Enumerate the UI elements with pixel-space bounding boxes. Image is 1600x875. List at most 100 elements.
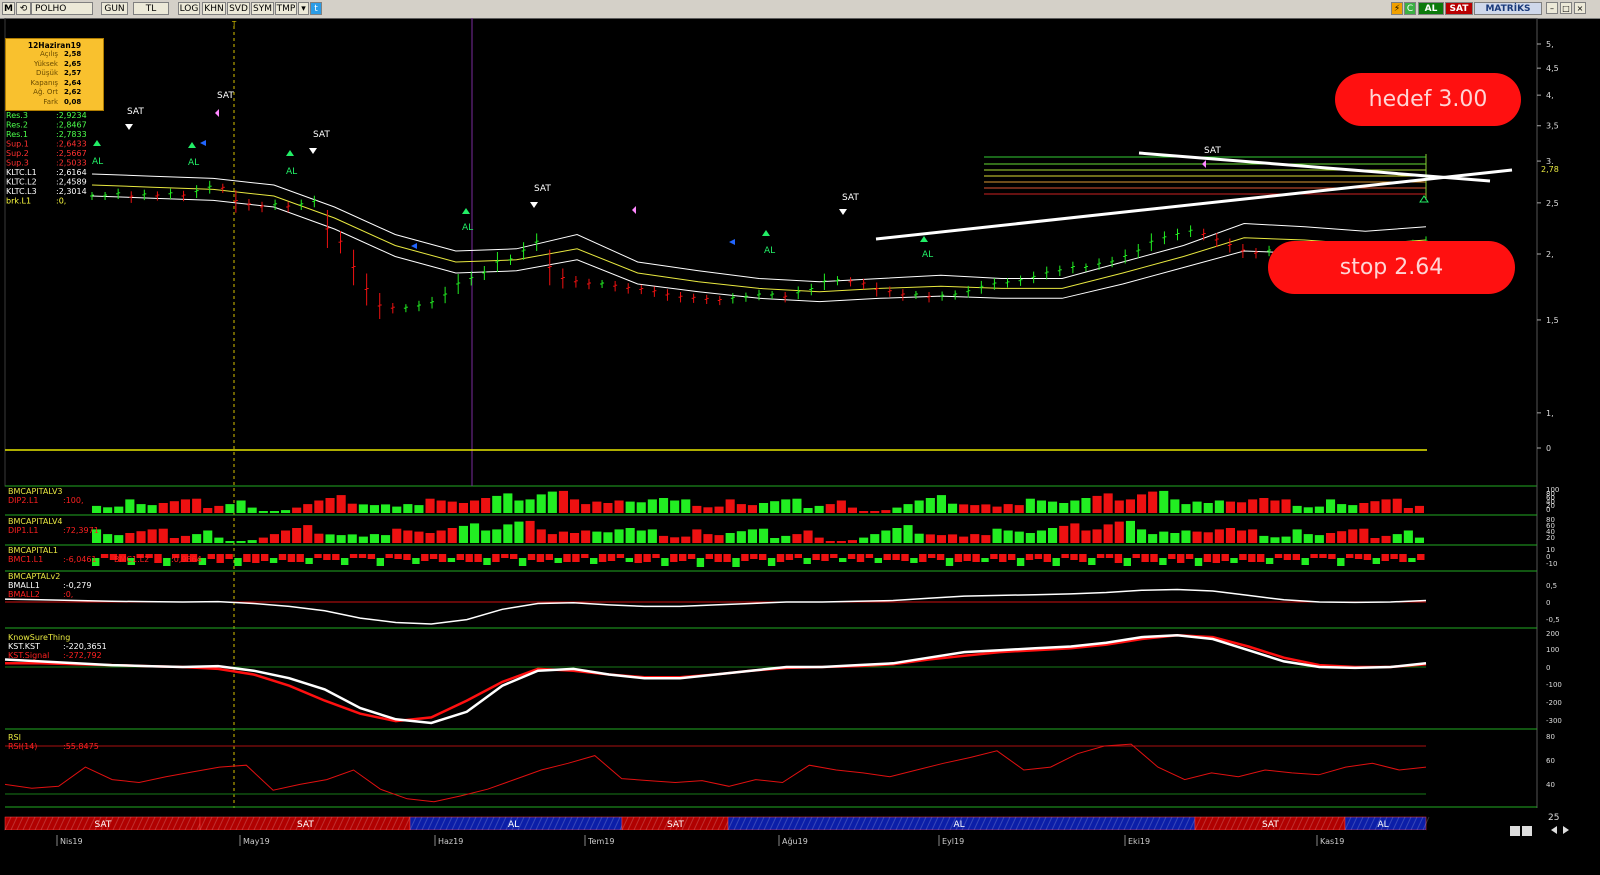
legend-value: :2,5667 (56, 149, 87, 158)
svd-button[interactable]: SVD (227, 2, 250, 15)
histogram-bar (369, 505, 379, 513)
histogram-bar (1159, 531, 1169, 543)
histogram-bar (1159, 558, 1167, 565)
histogram-bar (792, 498, 802, 513)
tmp-button[interactable]: TMP (275, 2, 297, 15)
date-x-axis: Nis19 May19 Haz19 Tem19 Ağu19 Eyl19 Eki19 Kas19 (56, 835, 1344, 846)
pink-arrow-icon (1202, 160, 1206, 168)
histogram-bar (558, 490, 568, 513)
dropdown-arrow-icon[interactable]: ▾ (298, 2, 309, 15)
histogram-bar (661, 558, 669, 566)
histogram-bar (492, 529, 502, 543)
histogram-bar (436, 500, 446, 513)
histogram-bar (1248, 499, 1258, 513)
histogram-bar (659, 498, 669, 513)
histogram-bar (703, 534, 713, 543)
histogram-bar (1303, 507, 1313, 513)
histogram-bar (358, 504, 368, 513)
histogram-bar (992, 528, 1002, 543)
sym-button[interactable]: SYM (251, 2, 274, 15)
restore-icon[interactable]: □ (1560, 2, 1572, 14)
histogram-bar (323, 554, 331, 560)
signal-buy-label: AL (462, 223, 473, 233)
histogram-bar (1392, 498, 1402, 513)
bolt-icon[interactable]: ⚡ (1391, 2, 1403, 15)
histogram-bar (1381, 499, 1391, 513)
info-box-date: 12Haziran19 (27, 41, 82, 50)
histogram-bar (243, 554, 251, 562)
chart-canvas[interactable]: T SAT SAT SAT SAT SAT SAT AL AL AL AL AL… (0, 18, 1600, 875)
histogram-bar (825, 504, 835, 513)
chart-c-icon[interactable]: C (1404, 2, 1416, 15)
histogram-bar (914, 500, 924, 513)
histogram-bar (647, 499, 657, 513)
bmcapital1-histogram (92, 554, 1425, 567)
pink-arrow-icon (632, 206, 636, 214)
svg-text:0: 0 (1546, 506, 1550, 514)
histogram-bar (936, 535, 946, 543)
histogram-bar (1170, 499, 1180, 513)
sell-arrow-icon (309, 148, 317, 154)
histogram-bar (741, 554, 749, 561)
histogram-bar (759, 528, 769, 543)
histogram-bar (1281, 499, 1291, 513)
histogram-bar (1081, 498, 1091, 513)
symbol-field[interactable]: POLHO (31, 2, 93, 15)
histogram-bar (590, 558, 598, 564)
histogram-bar (1141, 554, 1149, 562)
histogram-bar (563, 554, 571, 562)
histogram-bar (236, 541, 246, 543)
histogram-bar (1114, 554, 1123, 563)
signal-buy-label: AL (92, 157, 103, 167)
minimize-icon[interactable]: – (1546, 2, 1558, 14)
histogram-bar (616, 554, 625, 558)
bmall-line (4, 588, 1427, 625)
histogram-bar (1181, 530, 1191, 543)
histogram-bar (725, 499, 735, 513)
rsi-line (4, 743, 1427, 803)
histogram-bar (954, 554, 963, 562)
kst-signal-line (5, 634, 1427, 723)
khn-button[interactable]: KHN (202, 2, 226, 15)
scroll-left-icon (1551, 826, 1557, 834)
matriks-logo-icon[interactable]: M (2, 2, 15, 15)
histogram-bar (376, 558, 384, 566)
signal-buy-label: AL (188, 158, 199, 168)
period-gun-button[interactable]: GUN (101, 2, 128, 15)
refresh-icon[interactable]: ⟲ (16, 2, 31, 15)
panel-title: BMCAPITALV4 (8, 517, 63, 526)
histogram-bar (836, 500, 846, 513)
histogram-bar (114, 535, 124, 543)
histogram-bar (214, 505, 224, 513)
histogram-bar (1048, 528, 1058, 543)
signal-segment-label: SAT (1262, 820, 1279, 830)
legend-value: :2,5033 (56, 159, 87, 168)
nav-left-icon (1510, 826, 1520, 836)
histogram-bar (903, 525, 913, 543)
histogram-bar (1310, 554, 1318, 558)
histogram-bar (1292, 505, 1302, 513)
histogram-bar (714, 506, 724, 513)
legend-value: :2,7833 (56, 130, 87, 139)
currency-tl-button[interactable]: TL (133, 2, 169, 15)
histogram-bar (1392, 534, 1402, 543)
close-icon[interactable]: × (1574, 2, 1586, 14)
histogram-bar (1036, 500, 1046, 513)
histogram-bar (1212, 554, 1220, 563)
histogram-bar (103, 507, 113, 513)
sell-sat-button[interactable]: SAT (1445, 2, 1473, 15)
histogram-bar (581, 504, 591, 513)
panel-line-label: BMALL1 (8, 581, 40, 590)
histogram-bar (503, 524, 513, 543)
x-axis-label: Kas19 (1320, 837, 1344, 846)
log-scale-button[interactable]: LOG (178, 2, 200, 15)
histogram-bar (547, 534, 557, 543)
buy-al-button[interactable]: AL (1418, 2, 1444, 15)
histogram-bar (385, 554, 393, 558)
histogram-bar (821, 554, 829, 561)
twitter-icon[interactable]: t (310, 2, 322, 15)
signal-segment-label: AL (1378, 820, 1389, 830)
chart-nav-buttons[interactable]: 25 (1510, 813, 1569, 836)
histogram-bar (592, 501, 602, 513)
histogram-bar (481, 530, 491, 543)
